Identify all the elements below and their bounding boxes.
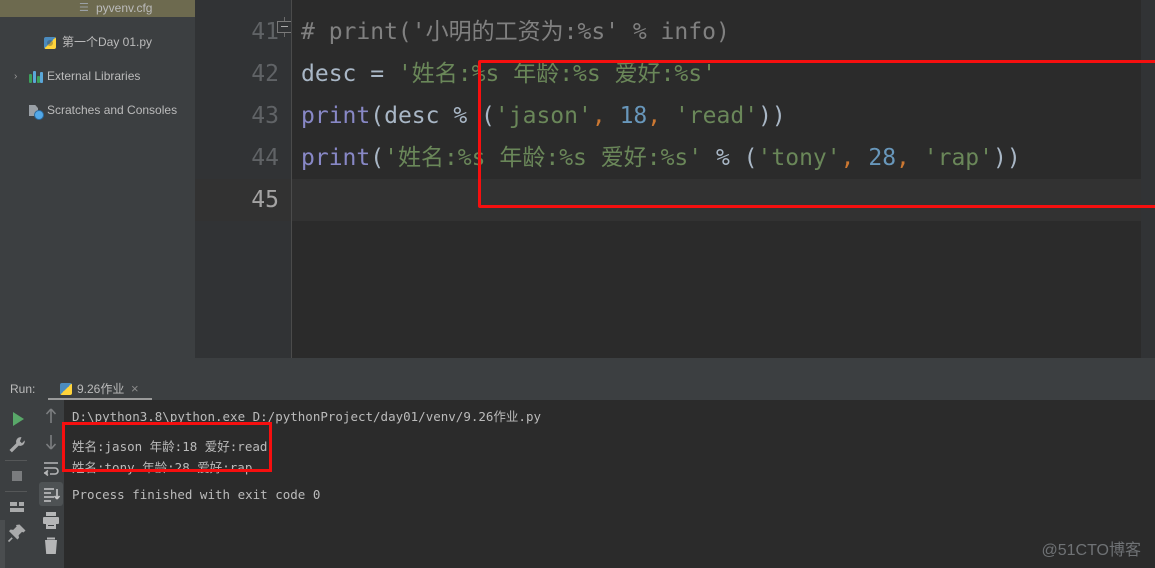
sidebar-item-pyvenv-cfg[interactable]: pyvenv.cfg: [0, 0, 195, 17]
down-arrow-icon: [45, 435, 57, 450]
sidebar-item-label: Scratches and Consoles: [47, 103, 178, 117]
code-token: 'jason': [494, 103, 592, 129]
code-token: 'tony': [757, 145, 841, 171]
sidebar-item-label: 第一个Day 01.py: [62, 35, 153, 49]
up-arrow-icon: [45, 408, 57, 423]
stop-square-icon: [12, 471, 22, 481]
layout-settings-button[interactable]: [5, 495, 29, 519]
printer-icon: [43, 512, 59, 529]
down-arrow-button[interactable]: [39, 430, 63, 454]
up-arrow-button[interactable]: [39, 404, 63, 428]
settings-wrench-button[interactable]: [5, 433, 29, 457]
soft-wrap-icon: [43, 462, 59, 477]
code-token: ,: [896, 145, 910, 171]
code-token: %: [453, 103, 482, 129]
code-token: ,: [840, 145, 855, 171]
watermark-text: @51CTO博客: [1041, 542, 1141, 559]
code-token: 'rap': [923, 145, 994, 171]
scratches-icon: [29, 105, 44, 120]
sidebar-item-label: External Libraries: [47, 69, 141, 83]
run-button[interactable]: [5, 407, 29, 431]
sidebar-item-python-file[interactable]: 第一个Day 01.py: [0, 34, 195, 51]
scroll-to-end-icon: [44, 488, 61, 502]
code-token: ,: [591, 103, 606, 129]
code-token: (: [481, 103, 495, 129]
code-line[interactable]: desc = '姓名:%s 年龄:%s 爱好:%s': [292, 53, 716, 95]
sidebar-item-external-libraries[interactable]: › External Libraries: [0, 68, 195, 85]
code-editor[interactable]: 40 41 42 43 44 45 # info = 'desc' # print('小…: [195, 0, 1155, 358]
run-toolbar-primary[interactable]: [0, 400, 34, 568]
code-line[interactable]: print(desc % ('jason', 18, 'read')): [292, 95, 786, 137]
code-token: =: [370, 61, 398, 87]
line-number: 42: [251, 61, 279, 87]
code-token: 28: [868, 145, 897, 171]
run-console-output[interactable]: D:\python3.8\python.exe D:/pythonProject…: [64, 400, 1155, 568]
toolbar-separator: [5, 460, 27, 461]
print-button[interactable]: [39, 508, 63, 532]
chevron-right-icon[interactable]: ›: [14, 68, 24, 85]
code-line-partial: # info = 'desc': [389, 0, 606, 11]
trash-icon: [45, 537, 57, 554]
line-number: 41: [251, 19, 279, 45]
code-token: )): [758, 103, 786, 129]
config-file-icon: [78, 0, 92, 17]
run-toolbar-secondary[interactable]: [34, 400, 64, 568]
code-token: '姓名:%s 年龄:%s 爱好:%s': [384, 145, 703, 171]
code-token: 'read': [674, 103, 759, 129]
scroll-to-end-button[interactable]: [39, 482, 63, 506]
code-text-area[interactable]: # info = 'desc' # print('小明的工资为:%s' % in…: [292, 0, 1155, 358]
code-token: (: [370, 145, 385, 171]
line-number: 44: [251, 145, 279, 171]
code-token: print: [301, 145, 371, 171]
current-line-highlight: [292, 179, 1155, 221]
code-line[interactable]: print('姓名:%s 年龄:%s 爱好:%s' % ('tony', 28,…: [292, 137, 1021, 179]
sidebar-item-scratches-and-consoles[interactable]: Scratches and Consoles: [0, 102, 195, 120]
clear-all-button[interactable]: [39, 534, 63, 558]
line-number: 45: [251, 187, 279, 213]
project-tree-panel[interactable]: pyvenv.cfg 第一个Day 01.py › External Libra…: [0, 0, 195, 372]
console-output-line: 姓名:tony 年龄:28 爱好:rap: [72, 460, 253, 475]
stop-button[interactable]: [5, 464, 29, 488]
panel-splitter[interactable]: [0, 358, 1155, 372]
code-line[interactable]: [292, 179, 301, 221]
code-token: (: [743, 145, 758, 171]
layout-icon: [10, 502, 24, 512]
line-number: 43: [251, 103, 279, 129]
code-token: 18: [619, 103, 648, 129]
code-token: %: [702, 145, 744, 171]
console-output-line: 姓名:jason 年龄:18 爱好:read: [72, 439, 268, 454]
code-token: # print('小明的工资为:%s' % info): [301, 19, 730, 45]
console-output-line: Process finished with exit code 0: [72, 487, 321, 502]
close-tab-icon[interactable]: ×: [131, 380, 139, 398]
sidebar-item-label: pyvenv.cfg: [96, 1, 153, 15]
editor-hscroll-track[interactable]: [292, 340, 1141, 358]
code-line[interactable]: # print('小明的工资为:%s' % info): [292, 11, 730, 53]
code-token: desc: [301, 61, 371, 87]
console-output-line: D:\python3.8\python.exe D:/pythonProject…: [72, 409, 542, 424]
pin-icon: [7, 524, 26, 543]
code-token: '姓名:%s 年龄:%s 爱好:%s': [397, 61, 716, 87]
pin-tab-button[interactable]: [5, 521, 29, 545]
code-token: ,: [647, 103, 662, 129]
code-token: print: [301, 103, 371, 129]
line-number-gutter[interactable]: 40 41 42 43 44 45: [195, 0, 292, 358]
error-stripe-gutter[interactable]: [1141, 0, 1155, 358]
soft-wrap-button[interactable]: [39, 456, 63, 480]
code-token: )): [993, 145, 1021, 171]
run-tab-9.26[interactable]: 9.26作业: [55, 379, 130, 399]
python-file-icon: [44, 37, 56, 49]
toolbar-separator: [5, 491, 27, 492]
library-icon: [29, 71, 43, 83]
left-edge-strip: [0, 520, 5, 568]
wrench-icon: [9, 437, 25, 453]
line-number-partial: 40: [209, 0, 279, 11]
run-window-label: Run:: [10, 382, 36, 396]
play-icon: [13, 412, 24, 426]
code-token: (desc: [370, 103, 454, 129]
